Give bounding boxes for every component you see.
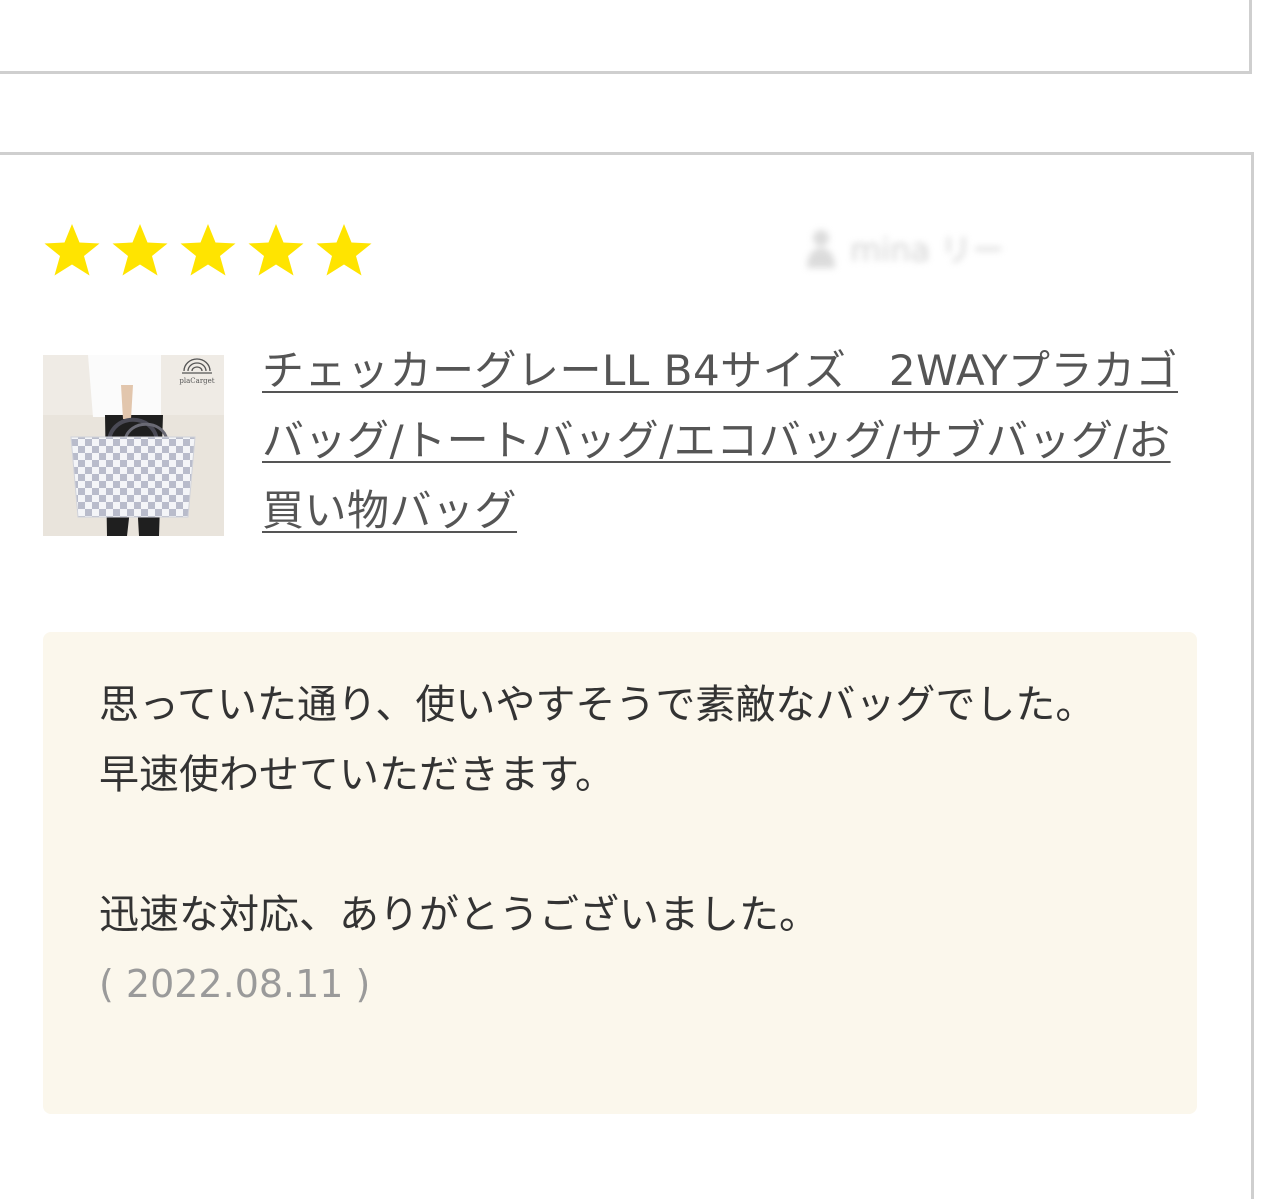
- star-icon: [316, 224, 372, 276]
- star-icon: [44, 224, 100, 276]
- star-rating: [42, 222, 374, 278]
- review-list: mina リー plaCarget チェッカーグレーLL B4サイズ 2WAYプ…: [0, 0, 1271, 1199]
- product-thumbnail[interactable]: plaCarget: [43, 355, 224, 536]
- reviewer-info: mina リー: [806, 226, 1196, 270]
- person-icon: [807, 230, 835, 268]
- star-icon: [112, 224, 168, 276]
- comment-box: 思っていた通り、使いやすそうで素敵なバッグでした。 早速使わせていただきます。 …: [43, 632, 1197, 1114]
- brand-logo-text: plaCarget: [179, 377, 214, 385]
- reviewer-name: mina リー: [850, 231, 1005, 269]
- star-icon: [180, 224, 236, 276]
- review-date: ( 2022.08.11 ): [99, 962, 371, 1006]
- review-comment: 思っていた通り、使いやすそうで素敵なバッグでした。 早速使わせていただきます。 …: [99, 682, 1096, 938]
- product-title-link[interactable]: チェッカーグレーLL B4サイズ 2WAYプラカゴバッグ/トートバッグ/エコバッ…: [262, 336, 1182, 546]
- star-icon: [248, 224, 304, 276]
- previous-review-card: [0, 0, 1252, 74]
